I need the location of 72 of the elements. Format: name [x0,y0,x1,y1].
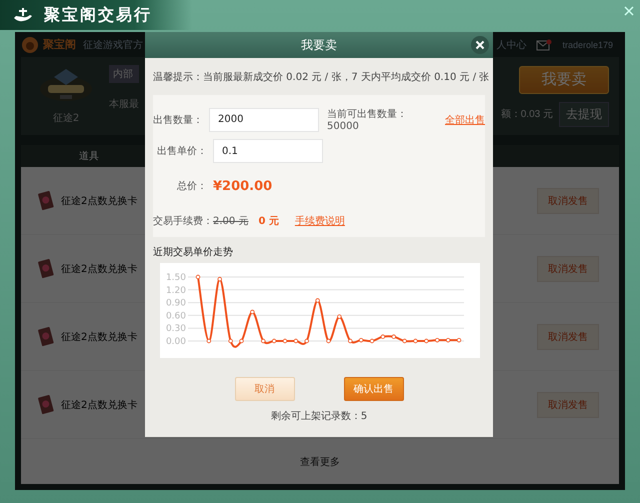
close-icon[interactable] [471,36,489,54]
cancel-button[interactable]: 取消 [234,377,294,401]
remaining-count: 剩余可上架记录数：5 [270,410,368,423]
data-point [446,338,450,342]
withdraw-button[interactable]: 去提现 [559,102,609,126]
data-point [456,338,462,342]
game-name: 征途2 [52,112,80,125]
data-point [294,338,298,344]
item-name: 征途2点数兑换卡 [61,194,138,208]
data-point [370,338,374,344]
y-tick-label: 0.60 [166,311,186,322]
data-point [261,338,266,344]
total-price: ¥200.00 [213,178,272,194]
field-label: 总价： [176,180,207,193]
confirm-button[interactable]: 确认出售 [344,377,404,401]
data-point [218,276,222,282]
field-label: 交易手续费： [153,214,207,228]
data-point [315,298,320,303]
y-tick-label: 1.20 [166,286,186,296]
sell-button[interactable]: 我要卖 [519,66,609,94]
view-more-link[interactable]: 查看更多 [300,454,340,468]
mail-icon[interactable] [536,38,552,50]
field-label: 出售单价： [156,144,207,158]
chart-title: 近期交易单价走势 [153,246,234,259]
data-point [402,338,407,344]
cancel-sale-button[interactable]: 取消发售 [537,392,599,418]
y-tick-label: 0.30 [166,324,186,334]
cancel-sale-button[interactable]: 取消发售 [537,188,599,214]
tagline: 征途游戏官方 [83,38,143,52]
user-center-link[interactable]: 人中心 [496,38,526,52]
fee-info-link[interactable]: 手续费说明 [294,214,345,228]
data-point [435,338,440,342]
unit-price-field[interactable]: 0.1 [213,139,323,163]
brand-logo: 聚宝阁 [43,37,76,52]
data-point [206,338,212,344]
cancel-sale-button[interactable]: 取消发售 [537,324,599,350]
data-point [392,334,396,339]
server-notice: 本服最 [109,98,139,111]
window-title: 聚宝阁交易行 [44,4,152,26]
data-point [272,338,276,344]
y-tick-label: 0.90 [166,298,186,309]
current-fee: 0 元 [258,215,279,228]
y-tick-label: 0.00 [166,337,186,347]
data-point [424,338,429,344]
field-label: 出售数量： [153,114,203,126]
data-point [380,334,386,339]
available-quantity: 当前可出售数量：50000 [327,108,408,132]
data-point [304,338,309,344]
cancel-sale-button[interactable]: 取消发售 [537,256,599,282]
data-point [196,274,200,280]
data-point [348,338,352,344]
data-point [239,338,244,344]
price-tip: 温馨提示：当前服最新成交价 0.02 元 / 张，7 天内平均成交价 0.10 元 / 张 [152,70,490,84]
balance-text: 额：0.03 元 [500,108,553,121]
data-point [250,310,255,314]
data-point [228,338,233,344]
column-header: 道具 [79,150,99,163]
original-fee: 2.00 元 [213,215,248,228]
item-name: 征途2点数兑换卡 [61,262,138,276]
item-name: 征途2点数兑换卡 [61,330,138,344]
username[interactable]: traderole179 [562,40,613,50]
item-name: 征途2点数兑换卡 [61,398,138,412]
data-point [413,338,418,344]
dialog-title: 我要卖 [301,36,337,54]
data-point [282,338,288,344]
quantity-field[interactable]: 2000 [209,108,319,132]
y-tick-label: 1.50 [166,273,186,283]
data-point [337,314,342,319]
sell-all-link[interactable]: 全部出售 [445,112,485,126]
data-point [358,338,364,342]
data-point [326,338,331,344]
hand-icon [12,6,34,24]
